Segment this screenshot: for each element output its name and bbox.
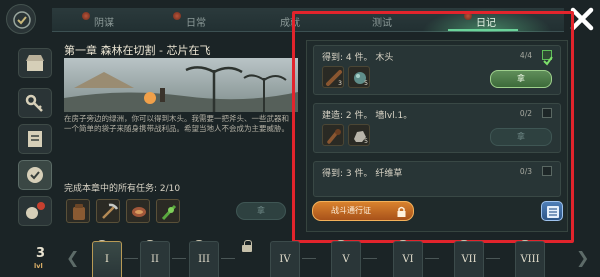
tab-notification-dot [173,12,181,20]
highlight-annotation [292,11,574,243]
reward-slot[interactable] [126,199,150,223]
side-alerts-button[interactable] [18,196,52,226]
chapter-separator [172,258,186,259]
chapter-tasks-label: 完成本章中的所有任务: [64,184,158,194]
pickaxe-icon [102,203,119,219]
chapter-tab[interactable]: IV [270,241,300,277]
shop-icon [26,55,44,71]
chapter-separator [124,258,138,259]
chapter-separator [221,258,235,259]
chapter-next-arrow-icon[interactable]: ❯ [576,248,589,267]
quest-book-icon [27,167,43,183]
chapter-title: 第一章 森林在切割 - 芯片在飞 [64,44,211,57]
tab-conspiracy[interactable]: 阴谋 [94,14,114,29]
chapter-separator [425,258,439,259]
chapter-tab[interactable]: VI [393,241,423,277]
side-notes-button[interactable] [18,124,52,154]
chapter-tab[interactable]: VIII [515,241,545,277]
player-level: 3 [36,246,46,261]
chapter-tab[interactable]: III [189,241,219,277]
chapter-prev-arrow-icon[interactable]: ❮ [66,248,79,267]
lock-icon [242,240,252,252]
tab-notification-dot [82,12,90,20]
notes-icon [28,131,42,147]
chapter-tab[interactable]: II [140,241,170,277]
chapter-separator [486,258,500,259]
side-key-button[interactable] [18,88,52,118]
chapter-separator [363,258,377,259]
side-shop-button[interactable] [18,48,52,78]
reward-slot[interactable] [96,199,120,223]
backpack-icon [73,204,85,220]
side-quests-button[interactable] [18,160,52,190]
chapter-tab[interactable]: V [331,241,361,277]
key-icon [25,94,43,112]
alert-icon [26,202,45,219]
shield-icon [132,207,146,217]
reward-slot[interactable] [66,199,90,223]
chapter-claim-button[interactable]: 拿 [236,202,286,220]
tab-daily[interactable]: 日常 [186,14,206,29]
chapter-illustration [64,58,298,112]
chapter-description: 在房子旁边的绿洲，你可以得到木头。我需要一把斧头、一些武器和一个简单的袋子来随身… [64,114,289,133]
chapter-tab[interactable]: I [92,241,122,277]
quest-icon[interactable] [6,4,36,34]
chapter-tasks-count: 2/10 [159,184,181,194]
chapter-separator [302,258,316,259]
chapter-task-progress: 完成本章中的所有任务: 2/10 [64,181,180,194]
herb-icon [161,204,177,221]
player-level-tag: lvl [34,262,43,270]
chapter-tab[interactable]: VII [454,241,484,277]
reward-slot[interactable] [156,199,180,223]
